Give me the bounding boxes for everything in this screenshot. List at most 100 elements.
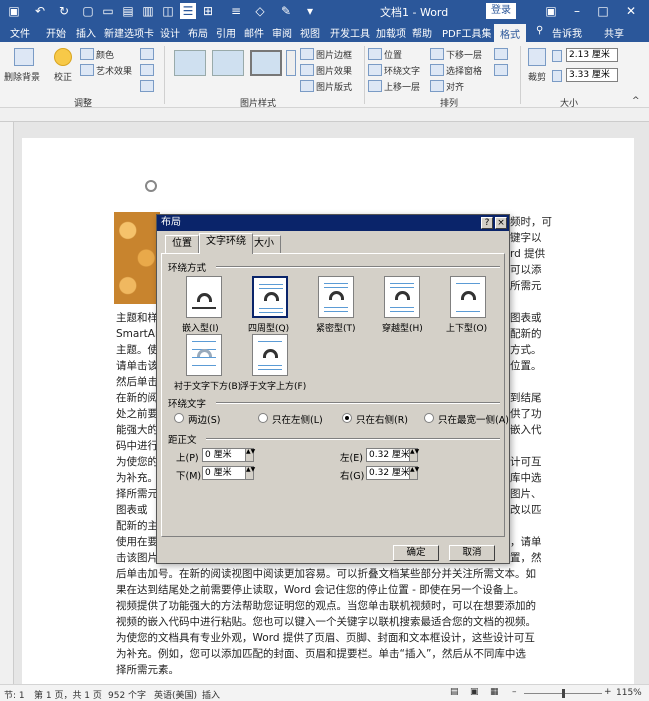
tell-me[interactable]: 告诉我 <box>552 25 582 40</box>
language-indicator[interactable]: 英语(美国) <box>154 688 197 701</box>
ok-button[interactable]: 确定 <box>393 545 439 561</box>
top-spin-icon[interactable]: ▲▼ <box>245 448 255 462</box>
tab-mailings[interactable]: 邮件 <box>244 25 264 40</box>
wrap-topbottom-option[interactable] <box>450 276 486 318</box>
reset-picture-icon[interactable] <box>140 80 154 92</box>
section-indicator[interactable]: 节: 1 <box>4 688 25 701</box>
selection-pane-button[interactable]: 选择窗格 <box>446 64 482 77</box>
ribbon-display-icon[interactable]: ▣ <box>540 2 562 20</box>
zoom-level[interactable]: 115% <box>616 688 642 698</box>
undo-icon[interactable]: ↶ <box>32 3 48 19</box>
table-icon[interactable]: ⊞ <box>200 3 216 19</box>
remove-bg-button[interactable]: 删除背景 <box>4 70 40 83</box>
tab-layout[interactable]: 布局 <box>188 25 208 40</box>
collapse-ribbon-icon[interactable]: ^ <box>632 96 640 106</box>
radio-left-only[interactable] <box>258 413 268 423</box>
wrap-through-option[interactable] <box>384 276 420 318</box>
styles-scroll-icon[interactable] <box>286 50 296 76</box>
wrap-behind-option[interactable] <box>186 334 222 376</box>
bring-forward-button[interactable]: 上移一层 <box>384 80 420 93</box>
wrap-square-option[interactable] <box>252 276 288 318</box>
cancel-button[interactable]: 取消 <box>449 545 495 561</box>
wrap-inline-option[interactable] <box>186 276 222 318</box>
group-icon[interactable] <box>494 48 508 60</box>
preview-icon[interactable]: ◫ <box>160 3 176 19</box>
right-spin-icon[interactable]: ▲▼ <box>409 466 419 480</box>
tab-pdf[interactable]: PDF工具集 <box>442 25 491 40</box>
tab-design[interactable]: 设计 <box>160 25 180 40</box>
login-button[interactable]: 登录 <box>486 3 516 19</box>
radio-largest-side[interactable] <box>424 413 434 423</box>
wrap-text-button[interactable]: 环绕文字 <box>384 64 420 77</box>
share-button[interactable]: 共享 <box>604 25 624 40</box>
shape-icon[interactable]: ◇ <box>252 3 268 19</box>
customize-icon[interactable]: ▾ <box>302 3 318 19</box>
tab-format[interactable]: 格式 <box>494 24 526 42</box>
read-view-icon[interactable]: ▤ <box>450 687 459 697</box>
minimize-icon[interactable]: – <box>566 2 588 20</box>
width-input[interactable]: 3.33 厘米 <box>566 68 618 82</box>
lightbulb-icon[interactable]: ⚲ <box>536 25 543 36</box>
pic-border-button[interactable]: 图片边框 <box>316 48 352 61</box>
zoom-in-icon[interactable]: + <box>604 687 612 697</box>
web-layout-icon[interactable]: ▦ <box>490 687 499 697</box>
wrap-front-option[interactable] <box>252 334 288 376</box>
pic-layout-button[interactable]: 图片版式 <box>316 80 352 93</box>
compress-icon[interactable] <box>140 48 154 60</box>
maximize-icon[interactable]: □ <box>592 2 614 20</box>
help-button[interactable]: ? <box>481 217 493 229</box>
tab-file[interactable]: 文件 <box>10 25 30 40</box>
picture-style-2[interactable] <box>212 50 244 76</box>
tab-help[interactable]: 帮助 <box>412 25 432 40</box>
horizontal-ruler[interactable] <box>0 108 649 122</box>
tab-review[interactable]: 审阅 <box>272 25 292 40</box>
insert-mode[interactable]: 插入 <box>202 688 220 701</box>
rotate-handle-icon[interactable] <box>145 180 157 192</box>
send-backward-button[interactable]: 下移一层 <box>446 48 482 61</box>
dialog-close-button[interactable]: × <box>495 217 507 229</box>
zoom-slider-thumb[interactable] <box>562 689 565 698</box>
change-picture-icon[interactable] <box>140 64 154 76</box>
pic-effects-button[interactable]: 图片效果 <box>316 64 352 77</box>
tab-new[interactable]: 新建选项卡 <box>104 25 154 40</box>
left-spin-icon[interactable]: ▲▼ <box>409 448 419 462</box>
save-icon[interactable]: ▣ <box>6 3 22 19</box>
vertical-ruler[interactable] <box>0 122 14 684</box>
open-icon[interactable]: ▭ <box>100 3 116 19</box>
print-icon[interactable]: ▥ <box>140 3 156 19</box>
radio-right-only[interactable] <box>342 413 352 423</box>
new-doc-icon[interactable]: ▢ <box>80 3 96 19</box>
tab-text-wrapping[interactable]: 文字环绕 <box>199 233 253 254</box>
height-input[interactable]: 2.13 厘米 <box>566 48 618 62</box>
tab-view[interactable]: 视图 <box>300 25 320 40</box>
close-icon[interactable]: ✕ <box>620 2 642 20</box>
art-effects-button[interactable]: 艺术效果 <box>96 64 132 77</box>
folder-icon[interactable]: ▤ <box>120 3 136 19</box>
bottom-spin-icon[interactable]: ▲▼ <box>245 466 255 480</box>
radio-both-sides[interactable] <box>174 413 184 423</box>
align-button[interactable]: 对齐 <box>446 80 464 93</box>
document-image[interactable] <box>114 212 160 304</box>
read-mode-icon[interactable]: ☰ <box>180 3 196 19</box>
equation-icon[interactable]: ≡ <box>228 3 244 19</box>
tab-insert[interactable]: 插入 <box>76 25 96 40</box>
word-count[interactable]: 952 个字 <box>108 688 146 701</box>
position-button[interactable]: 位置 <box>384 48 402 61</box>
tab-developer[interactable]: 开发工具 <box>330 25 370 40</box>
color-button[interactable]: 颜色 <box>96 48 114 61</box>
tab-references[interactable]: 引用 <box>216 25 236 40</box>
tab-addins[interactable]: 加载项 <box>376 25 406 40</box>
redo-icon[interactable]: ↻ <box>56 3 72 19</box>
picture-style-1[interactable] <box>174 50 206 76</box>
correct-button[interactable]: 校正 <box>54 70 72 83</box>
tab-home[interactable]: 开始 <box>46 25 66 40</box>
crop-button[interactable]: 裁剪 <box>528 70 546 83</box>
pencil-icon[interactable]: ✎ <box>278 3 294 19</box>
rotate-icon[interactable] <box>494 64 508 76</box>
zoom-out-icon[interactable]: – <box>512 687 517 697</box>
wrap-tight-option[interactable] <box>318 276 354 318</box>
tab-position[interactable]: 位置 <box>165 235 199 253</box>
page-indicator[interactable]: 第 1 页，共 1 页 <box>34 688 102 701</box>
print-layout-icon[interactable]: ▣ <box>470 687 479 697</box>
picture-style-3[interactable] <box>250 50 282 76</box>
